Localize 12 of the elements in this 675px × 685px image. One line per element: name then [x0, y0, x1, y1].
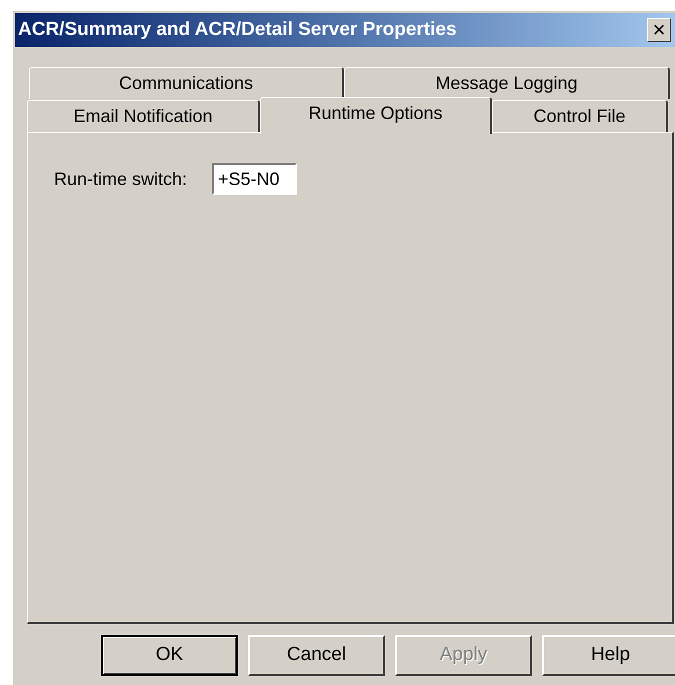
- dialog-button[interactable]: OK: [101, 635, 238, 676]
- dialog-button[interactable]: Cancel: [248, 635, 385, 676]
- tab[interactable]: Control File: [492, 100, 668, 132]
- tab[interactable]: Message Logging: [344, 67, 670, 99]
- close-button[interactable]: ×: [647, 18, 671, 42]
- window-title: ACR/Summary and ACR/Detail Server Properties: [18, 18, 457, 42]
- tab[interactable]: Runtime Options: [260, 97, 492, 134]
- tab[interactable]: Email Notification: [27, 100, 260, 132]
- field-label: Run-time switch:: [54, 168, 188, 190]
- tab[interactable]: Communications: [29, 67, 344, 99]
- input-field[interactable]: +S5-N0: [212, 163, 298, 195]
- dialog-button[interactable]: Help: [542, 635, 675, 676]
